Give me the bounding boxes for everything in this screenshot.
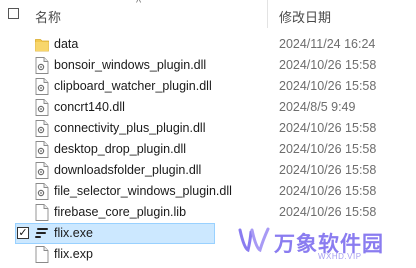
file-name[interactable]: connectivity_plus_plugin.dll bbox=[54, 121, 205, 135]
dll-file-icon bbox=[35, 120, 49, 137]
file-date-modified: 2024/10/26 15:58 bbox=[279, 79, 377, 93]
column-divider[interactable] bbox=[267, 0, 268, 28]
file-row[interactable]: file_selector_windows_plugin.dll 2024/10/… bbox=[0, 181, 416, 202]
file-date-modified: 2024/8/5 9:49 bbox=[279, 100, 356, 114]
file-row[interactable]: data 2024/11/24 16:24 bbox=[0, 34, 416, 55]
sort-ascending-icon: ^ bbox=[136, 0, 142, 9]
blank-file-icon bbox=[35, 246, 49, 263]
file-name[interactable]: flix.exe bbox=[54, 226, 93, 240]
file-name[interactable]: file_selector_windows_plugin.dll bbox=[54, 184, 232, 198]
file-row[interactable]: clipboard_watcher_plugin.dll 2024/10/26 1… bbox=[0, 76, 416, 97]
watermark-logo-icon bbox=[238, 227, 270, 253]
dll-file-icon bbox=[35, 162, 49, 179]
dll-file-icon bbox=[35, 183, 49, 200]
dll-file-icon bbox=[35, 141, 49, 158]
file-name[interactable]: data bbox=[54, 37, 78, 51]
dll-file-icon bbox=[35, 78, 49, 95]
file-row[interactable]: downloadsfolder_plugin.dll 2024/10/26 15:… bbox=[0, 160, 416, 181]
file-date-modified: 2024/10/26 15:58 bbox=[279, 58, 377, 72]
file-date-modified: 2024/10/26 15:58 bbox=[279, 163, 377, 177]
file-row[interactable]: concrt140.dll 2024/8/5 9:49 bbox=[0, 97, 416, 118]
file-name[interactable]: clipboard_watcher_plugin.dll bbox=[54, 79, 212, 93]
file-date-modified: 2024/10/26 15:58 bbox=[279, 184, 377, 198]
dll-file-icon bbox=[35, 99, 49, 116]
blank-file-icon bbox=[35, 204, 49, 221]
file-name[interactable]: desktop_drop_plugin.dll bbox=[54, 142, 186, 156]
select-all-checkbox[interactable] bbox=[8, 8, 19, 19]
dll-file-icon bbox=[35, 57, 49, 74]
flix-app-icon bbox=[35, 225, 49, 242]
file-row[interactable]: bonsoir_windows_plugin.dll 2024/10/26 15:… bbox=[0, 55, 416, 76]
date-modified-column-header[interactable]: 修改日期 bbox=[279, 7, 331, 26]
row-checkbox[interactable]: ✓ bbox=[17, 227, 29, 239]
column-header: 名称 ^ 修改日期 bbox=[0, 0, 416, 28]
file-name[interactable]: concrt140.dll bbox=[54, 100, 125, 114]
file-date-modified: 2024/11/24 16:24 bbox=[279, 37, 376, 51]
file-name[interactable]: firebase_core_plugin.lib bbox=[54, 205, 186, 219]
file-date-modified: 2024/10/26 15:58 bbox=[279, 205, 377, 219]
file-name[interactable]: flix.exp bbox=[54, 247, 93, 261]
name-column-header[interactable]: 名称 bbox=[35, 7, 61, 26]
file-name[interactable]: downloadsfolder_plugin.dll bbox=[54, 163, 201, 177]
file-date-modified: 2024/10/26 15:58 bbox=[279, 142, 377, 156]
file-row[interactable]: desktop_drop_plugin.dll 2024/10/26 15:58 bbox=[0, 139, 416, 160]
file-name[interactable]: bonsoir_windows_plugin.dll bbox=[54, 58, 206, 72]
file-date-modified: 2024/10/26 15:58 bbox=[279, 121, 377, 135]
watermark-subtext: WXHD.VIP bbox=[318, 252, 362, 261]
folder-icon bbox=[35, 36, 49, 53]
watermark: 万象软件园 WXHD.VIP bbox=[234, 220, 416, 265]
file-row[interactable]: connectivity_plus_plugin.dll 2024/10/26 1… bbox=[0, 118, 416, 139]
